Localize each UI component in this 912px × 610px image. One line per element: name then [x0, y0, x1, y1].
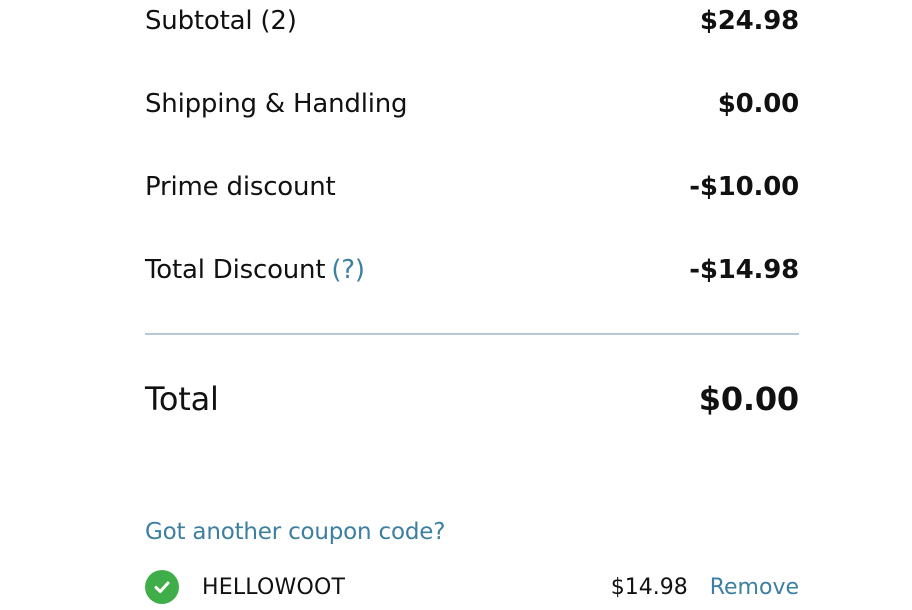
shipping-label: Shipping & Handling	[145, 89, 408, 119]
another-coupon-link[interactable]: Got another coupon code?	[145, 516, 445, 548]
total-discount-help-link[interactable]: (?)	[331, 255, 365, 285]
check-circle-icon	[145, 570, 179, 604]
applied-coupon-row: HELLOWOOT $14.98 Remove	[145, 570, 799, 604]
total-row: Total $0.00	[145, 379, 799, 419]
subtotal-label: Subtotal (2)	[145, 6, 297, 36]
shipping-row: Shipping & Handling $0.00	[145, 87, 799, 121]
prime-discount-row: Prime discount -$10.00	[145, 170, 799, 204]
applied-coupon-amount: $14.98	[610, 574, 688, 600]
order-summary: Subtotal (2) $24.98 Shipping & Handling …	[145, 0, 799, 610]
prime-discount-label: Prime discount	[145, 172, 336, 202]
shipping-value: $0.00	[717, 89, 799, 119]
total-discount-label-group: Total Discount (?)	[145, 253, 365, 287]
subtotal-row: Subtotal (2) $24.98	[145, 4, 799, 38]
total-label: Total	[145, 380, 219, 418]
remove-coupon-link[interactable]: Remove	[710, 575, 799, 600]
prime-discount-value: -$10.00	[689, 172, 799, 202]
summary-divider	[145, 333, 799, 335]
total-discount-value: -$14.98	[689, 255, 799, 285]
total-discount-label: Total Discount	[145, 255, 326, 285]
total-value: $0.00	[698, 380, 799, 418]
applied-coupon-code: HELLOWOOT	[202, 574, 346, 600]
total-discount-row: Total Discount (?) -$14.98	[145, 253, 799, 287]
subtotal-value: $24.98	[699, 6, 799, 36]
